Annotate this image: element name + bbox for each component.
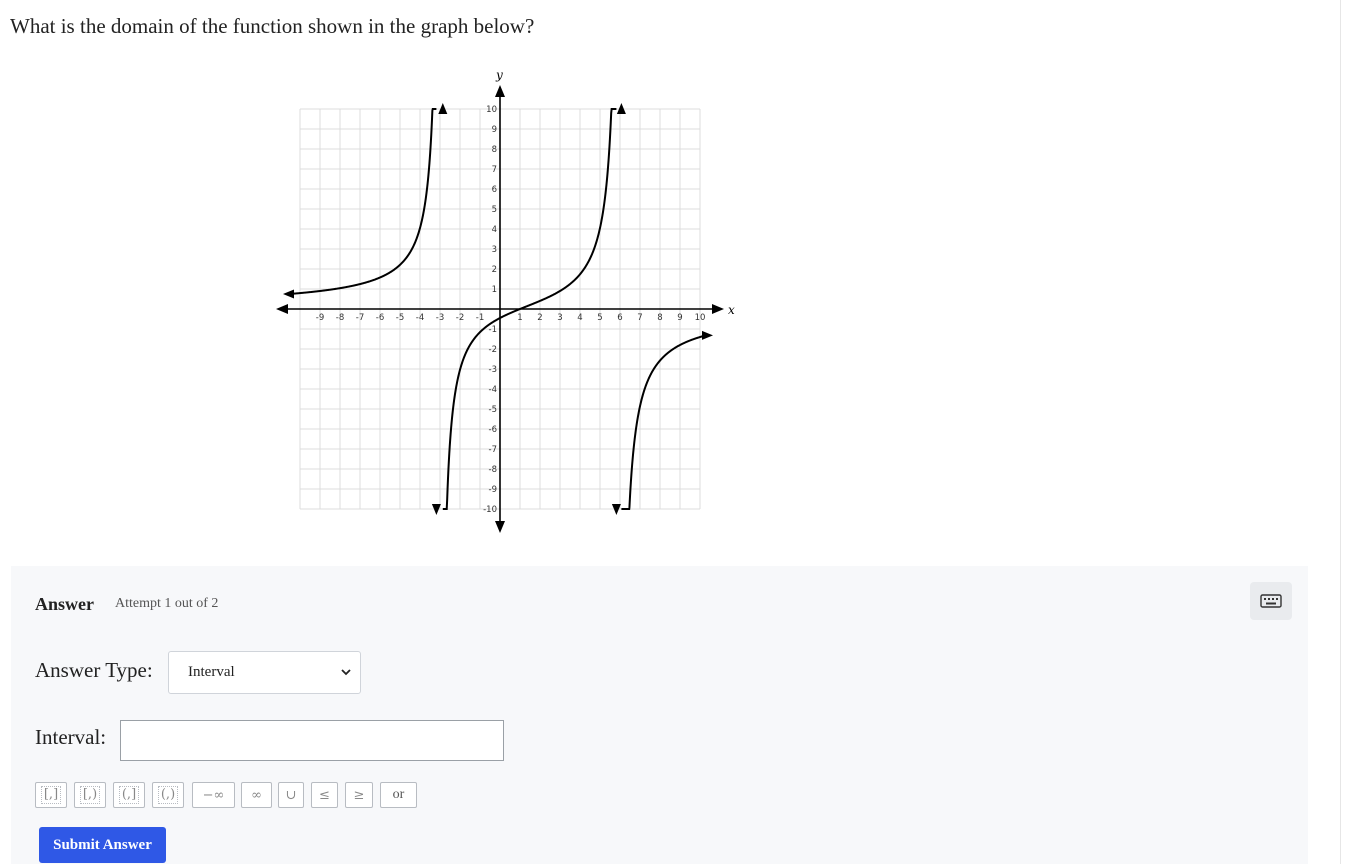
- negative-infinity-button[interactable]: −∞: [192, 782, 235, 808]
- y-tick-label: -7: [489, 445, 497, 455]
- x-tick-label: -5: [396, 313, 404, 323]
- x-tick-label: 4: [577, 313, 582, 323]
- open-interval-button[interactable]: (,): [152, 782, 184, 808]
- attempt-counter: Attempt 1 out of 2: [115, 596, 219, 611]
- x-tick-label: -9: [316, 313, 324, 323]
- half-open-left-button-label: (,]: [118, 786, 140, 804]
- answer-heading: Answer: [35, 594, 94, 614]
- half-open-right-button-label: [,): [79, 786, 101, 804]
- x-axis-arrow-right: [712, 304, 724, 314]
- less-equal-button-label: ≤: [319, 787, 330, 803]
- y-tick-label: 6: [492, 185, 497, 195]
- x-tick-label: 2: [537, 313, 542, 323]
- answer-panel: Answer Attempt 1 out of 2 Answer Type: I…: [11, 566, 1308, 864]
- open-interval-button-label: (,): [157, 786, 179, 804]
- closed-interval-button[interactable]: [,]: [35, 782, 67, 808]
- y-tick-label: -10: [483, 505, 497, 515]
- curve-left-branch: [289, 108, 437, 295]
- curve-arrow-left: [283, 289, 294, 299]
- y-tick-label: 1: [492, 285, 497, 295]
- x-tick-label: -2: [456, 313, 464, 323]
- function-graph: x y -9 -8 -7 -6 -5 -4 -3 -2 -1 1 2 3 4 5 6 7 8 9 10 10 9 8 7 6 5 4 3…: [276, 70, 735, 533]
- y-tick-label: 5: [492, 205, 497, 215]
- half-open-left-button[interactable]: (,]: [113, 782, 145, 808]
- interval-label: Interval:: [35, 725, 107, 749]
- y-tick-label: -5: [489, 405, 497, 415]
- union-button-label: ∪: [285, 787, 297, 803]
- x-tick-label: 8: [657, 313, 662, 323]
- chevron-down-icon: [341, 669, 351, 676]
- x-tick-label: -4: [416, 313, 424, 323]
- answer-type-label: Answer Type:: [35, 658, 153, 682]
- answer-type-select[interactable]: Interval: [168, 651, 361, 694]
- half-open-right-button[interactable]: [,): [74, 782, 106, 808]
- x-tick-label: -6: [376, 313, 384, 323]
- keyboard-toggle-button[interactable]: [1250, 582, 1292, 620]
- greater-equal-button[interactable]: ≥: [345, 782, 373, 808]
- answer-type-value: Interval: [188, 664, 235, 680]
- y-tick-label: 10: [486, 105, 497, 115]
- y-tick-label: 4: [492, 225, 497, 235]
- x-axis-label: x: [728, 303, 735, 317]
- y-axis-arrow-down: [495, 521, 505, 533]
- x-tick-label: 5: [597, 313, 602, 323]
- negative-infinity-button-label: −∞: [202, 787, 225, 803]
- less-equal-button[interactable]: ≤: [311, 782, 338, 808]
- closed-interval-button-label: [,]: [40, 786, 62, 804]
- x-axis-arrow-left: [276, 304, 288, 314]
- y-axis-label: y: [495, 70, 503, 82]
- greater-equal-button-label: ≥: [353, 787, 365, 803]
- x-tick-label: -8: [336, 313, 344, 323]
- question-text: What is the domain of the function shown…: [10, 14, 535, 38]
- x-tick-label: 3: [557, 313, 562, 323]
- or-button-label: or: [392, 787, 405, 802]
- y-tick-label: 9: [492, 125, 497, 135]
- x-tick-label: 10: [695, 313, 706, 323]
- y-tick-label: -2: [489, 345, 497, 355]
- x-tick-label: 6: [617, 313, 622, 323]
- y-axis-arrow-up: [495, 85, 505, 97]
- y-tick-label: 2: [492, 265, 497, 275]
- or-button[interactable]: or: [380, 782, 417, 808]
- y-tick-label: -6: [489, 425, 497, 435]
- x-tick-label: -7: [356, 313, 364, 323]
- curve-right-branch: [621, 334, 707, 510]
- x-tick-label: 9: [677, 313, 682, 323]
- y-tick-label: 7: [492, 165, 497, 175]
- interval-input[interactable]: [120, 720, 504, 761]
- x-tick-label: 7: [637, 313, 642, 323]
- submit-answer-button[interactable]: Submit Answer: [39, 827, 166, 863]
- y-tick-label: -9: [489, 485, 497, 495]
- infinity-button-label: ∞: [251, 787, 262, 803]
- page-divider: [1340, 0, 1341, 864]
- keyboard-icon: [1260, 594, 1282, 608]
- infinity-button[interactable]: ∞: [241, 782, 272, 808]
- y-tick-label: -3: [489, 365, 497, 375]
- x-tick-label: 1: [517, 313, 522, 323]
- y-tick-label: 3: [492, 245, 497, 255]
- y-tick-label: 8: [492, 145, 497, 155]
- union-button[interactable]: ∪: [278, 782, 304, 808]
- curve-arrow-right: [702, 330, 713, 340]
- y-tick-label: -1: [489, 325, 497, 335]
- y-tick-label: -4: [489, 385, 497, 395]
- x-tick-label: -3: [436, 313, 444, 323]
- x-tick-label: -1: [476, 313, 484, 323]
- y-tick-label: -8: [489, 465, 497, 475]
